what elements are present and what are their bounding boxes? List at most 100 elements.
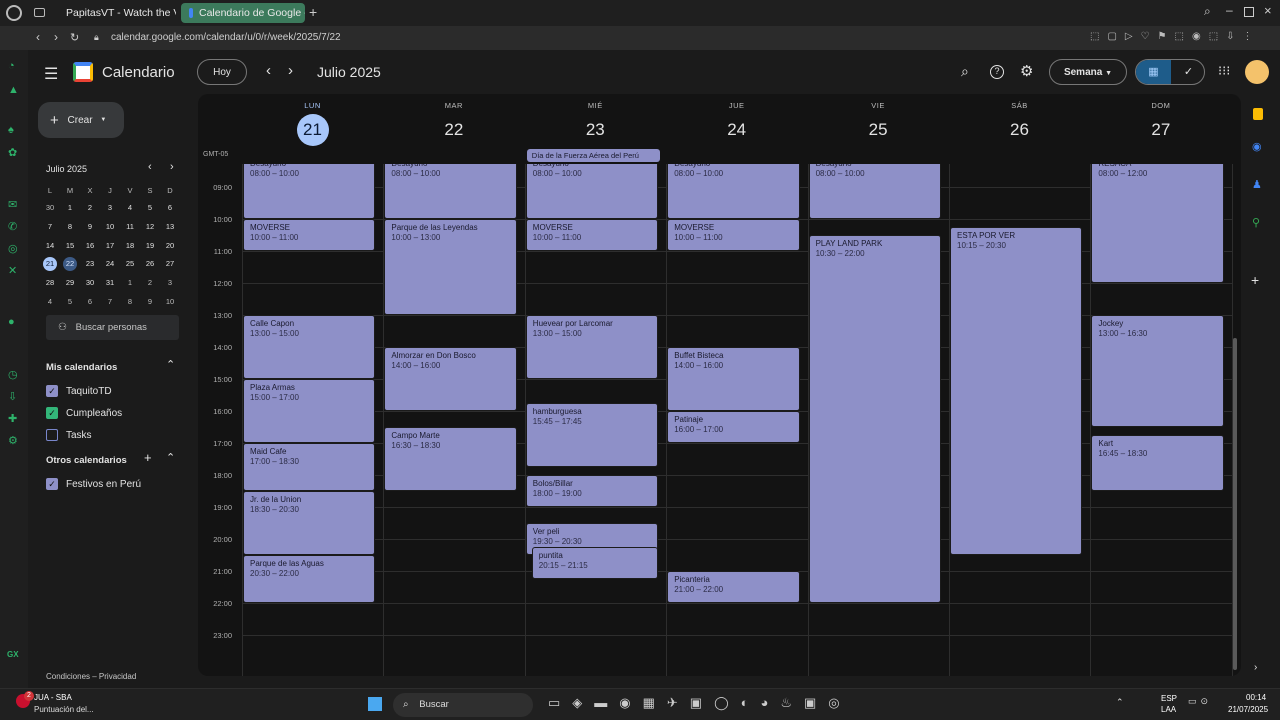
mini-day[interactable]: 10 xyxy=(100,218,120,237)
windows-start-icon[interactable] xyxy=(368,697,382,711)
mini-day[interactable]: 25 xyxy=(120,255,140,274)
mini-day[interactable]: 30 xyxy=(40,199,60,218)
language-indicator[interactable]: ESP xyxy=(1161,694,1177,703)
calendar-event[interactable]: Patinaje 16:00 – 17:00 xyxy=(667,411,800,443)
other-calendars-title[interactable]: Otros calendarios xyxy=(46,455,127,466)
prev-week-button[interactable]: ‹ xyxy=(266,62,271,79)
mini-day[interactable]: 18 xyxy=(120,236,140,255)
scrollbar[interactable] xyxy=(1233,338,1237,670)
instagram-icon[interactable]: ◎ xyxy=(8,242,18,255)
settings-side-icon[interactable]: ⚙ xyxy=(8,434,18,447)
mini-day[interactable]: 15 xyxy=(60,236,80,255)
calendar-event[interactable]: MOVERSE 10:00 – 11:00 xyxy=(525,219,659,251)
expand-panel-icon[interactable]: › xyxy=(1254,662,1257,673)
calendar-event[interactable]: Desayuno08:00 – 10:00 xyxy=(243,164,376,219)
mini-day[interactable]: 24 xyxy=(100,255,120,274)
day-header[interactable]: VIE 25 xyxy=(808,94,949,146)
checkbox[interactable] xyxy=(46,429,58,441)
mini-day[interactable]: 3 xyxy=(160,274,180,293)
whatsapp-icon[interactable]: ✆ xyxy=(8,220,17,233)
calendar-event[interactable]: hamburguesa 15:45 – 17:45 xyxy=(525,403,659,467)
taskbar-search[interactable]: ⌕ Buscar xyxy=(393,693,533,717)
calendar-event[interactable]: Parque de las Aguas 20:30 – 22:00 xyxy=(243,555,376,603)
mini-day[interactable]: 5 xyxy=(60,292,80,311)
mini-day[interactable]: 7 xyxy=(100,292,120,311)
speed-dial-icon[interactable]: ◔ xyxy=(8,60,15,72)
mini-day[interactable]: 1 xyxy=(60,199,80,218)
checkbox[interactable]: ✓ xyxy=(46,385,58,397)
calendar-event[interactable]: Parque de las Leyendas 10:00 – 13:00 xyxy=(384,219,517,315)
calendar-event[interactable]: Desayuno08:00 – 10:00 xyxy=(808,164,941,219)
tasks-view-icon[interactable]: ✓ xyxy=(1171,60,1204,84)
mini-day[interactable]: 23 xyxy=(80,255,100,274)
spotify-icon[interactable]: ● xyxy=(8,316,15,328)
extensions-icons[interactable]: ⬚▢▷♡⚑⬚◉⬚⇩⋮ xyxy=(1090,31,1261,42)
mini-day[interactable]: 22 xyxy=(60,255,80,274)
calendar-event[interactable]: Buffet Bisteca 14:00 – 16:00 xyxy=(667,347,800,411)
calendar-event[interactable]: Desayuno08:00 – 10:00 xyxy=(525,164,659,219)
day-header[interactable]: LUN 21 xyxy=(242,94,383,146)
checkbox[interactable]: ✓ xyxy=(46,407,58,419)
calendar-event[interactable]: Desayuno08:00 – 10:00 xyxy=(667,164,800,219)
tray-chevron-icon[interactable]: ⌃ xyxy=(1116,697,1124,708)
checkbox[interactable]: ✓ xyxy=(46,478,58,490)
day-header[interactable]: MIÉ 23 xyxy=(525,94,666,146)
new-tab-button[interactable]: + xyxy=(309,4,317,20)
mini-day[interactable]: 19 xyxy=(140,236,160,255)
mini-day[interactable]: 2 xyxy=(140,274,160,293)
calendar-event[interactable]: Campo Marte 16:30 – 18:30 xyxy=(384,427,517,491)
mini-day[interactable]: 6 xyxy=(160,199,180,218)
mini-day[interactable]: 26 xyxy=(140,255,160,274)
workspaces-icon[interactable] xyxy=(34,8,45,17)
all-day-event[interactable]: Día de la Fuerza Aérea del Perú xyxy=(526,149,661,162)
url-text[interactable]: calendar.google.com/calendar/u/0/r/week/… xyxy=(111,32,341,43)
messenger-icon[interactable]: ✉ xyxy=(8,198,17,211)
tab-papitasvt[interactable]: PapitasVT - Watch the VO xyxy=(52,3,176,23)
avatar[interactable] xyxy=(1245,60,1269,84)
mini-prev-icon[interactable]: ‹ xyxy=(148,161,152,173)
calendar-event[interactable]: Calle Capon 13:00 – 15:00 xyxy=(243,315,376,379)
match-subtitle[interactable]: Puntuación del... xyxy=(34,705,94,714)
mini-day[interactable]: 28 xyxy=(40,274,60,293)
day-date[interactable]: 22 xyxy=(438,114,470,146)
calendar-event[interactable]: Picanteria 21:00 – 22:00 xyxy=(667,571,800,603)
calendar-view-icon[interactable]: ▦ xyxy=(1136,60,1171,84)
mini-day[interactable]: 9 xyxy=(80,218,100,237)
tasks-icon[interactable]: ◉ xyxy=(1252,140,1262,153)
mini-day[interactable]: 12 xyxy=(140,218,160,237)
clock-date[interactable]: 21/07/2025 xyxy=(1228,705,1268,714)
mini-day[interactable]: 5 xyxy=(140,199,160,218)
calendar-item[interactable]: ✓ Cumpleaños xyxy=(28,402,198,424)
history-icon[interactable]: ◷ xyxy=(8,368,18,381)
chevron-up-icon[interactable]: ⌃ xyxy=(166,358,175,371)
calendar-event[interactable]: Almorzar en Don Bosco 14:00 – 16:00 xyxy=(384,347,517,411)
mini-day[interactable]: 10 xyxy=(160,292,180,311)
match-title[interactable]: JUA - SBA xyxy=(34,693,72,702)
day-date[interactable]: 21 xyxy=(296,114,329,146)
close-window-button[interactable]: × xyxy=(1264,3,1272,18)
settings-icon[interactable]: ⚙ xyxy=(1020,62,1033,80)
mini-day[interactable]: 14 xyxy=(40,236,60,255)
day-header[interactable]: MAR 22 xyxy=(383,94,524,146)
mini-day[interactable]: 31 xyxy=(100,274,120,293)
day-header[interactable]: SÁB 26 xyxy=(949,94,1090,146)
twitch-side-icon[interactable]: ♠ xyxy=(8,124,14,136)
forward-icon[interactable]: › xyxy=(54,30,58,44)
mini-day[interactable]: 1 xyxy=(120,274,140,293)
mini-day[interactable]: 13 xyxy=(160,218,180,237)
downloads-icon[interactable]: ⇩ xyxy=(8,390,17,403)
clock-time[interactable]: 00:14 xyxy=(1246,693,1266,702)
calendar-event[interactable]: RESACA08:00 – 12:00 xyxy=(1091,164,1224,283)
day-date[interactable]: 25 xyxy=(862,114,894,146)
reload-icon[interactable]: ↻ xyxy=(70,31,79,44)
mini-day[interactable]: 16 xyxy=(80,236,100,255)
mini-day[interactable]: 7 xyxy=(40,218,60,237)
calendar-event[interactable]: Kart 16:45 – 18:30 xyxy=(1091,435,1224,491)
time-grid[interactable]: 08:0009:0010:0011:0012:0013:0014:0015:00… xyxy=(198,164,1241,676)
tray-icons[interactable]: ▭⊙ xyxy=(1188,696,1212,707)
mini-day[interactable]: 4 xyxy=(40,292,60,311)
view-selector[interactable]: Semana ▼ xyxy=(1049,59,1127,85)
minimize-button[interactable]: – xyxy=(1226,3,1233,17)
mini-next-icon[interactable]: › xyxy=(170,161,174,173)
calendar-event[interactable]: Huevear por Larcomar 13:00 – 15:00 xyxy=(525,315,659,379)
